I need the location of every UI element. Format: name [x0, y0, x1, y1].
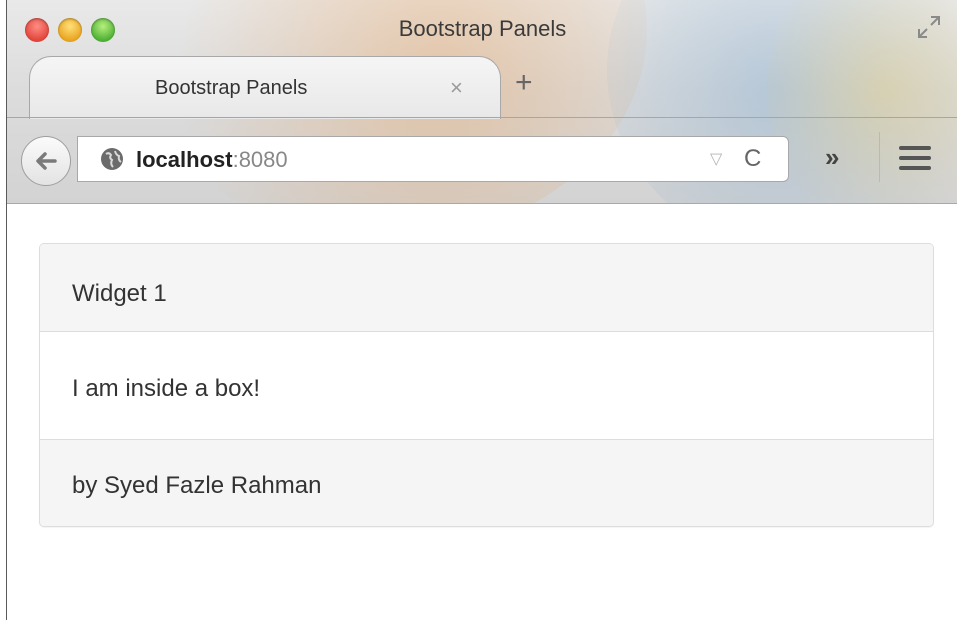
- browser-window: Bootstrap Panels Bootstrap Panels × + lo…: [6, 0, 957, 620]
- history-dropdown-icon[interactable]: ▽: [710, 149, 722, 169]
- tab-label: Bootstrap Panels: [155, 77, 308, 99]
- globe-icon: [101, 148, 123, 170]
- panel-heading: Widget 1: [40, 244, 933, 332]
- hamburger-menu-icon[interactable]: [899, 144, 931, 172]
- url-text[interactable]: localhost:8080: [136, 147, 288, 173]
- new-tab-button[interactable]: +: [515, 68, 533, 98]
- browser-chrome: Bootstrap Panels Bootstrap Panels × + lo…: [7, 0, 957, 204]
- panel-footer: by Syed Fazle Rahman: [40, 440, 933, 526]
- back-button[interactable]: [21, 136, 71, 186]
- overflow-chevron-icon[interactable]: »: [825, 142, 839, 173]
- url-port: :8080: [232, 147, 288, 172]
- toolbar-divider: [7, 117, 957, 118]
- tab-close-icon[interactable]: ×: [450, 75, 463, 101]
- tab-bootstrap-panels[interactable]: Bootstrap Panels ×: [29, 56, 501, 119]
- menu-bar-line: [899, 146, 931, 150]
- window-title: Bootstrap Panels: [398, 16, 567, 41]
- url-bar[interactable]: localhost:8080 ▽ C: [77, 136, 789, 182]
- url-host: localhost: [136, 147, 233, 172]
- menu-bar-line: [899, 166, 931, 170]
- toolbar-separator: [879, 132, 880, 182]
- bootstrap-panel: Widget 1 I am inside a box! by Syed Fazl…: [39, 243, 934, 527]
- back-arrow-icon: [36, 152, 57, 170]
- fullscreen-icon[interactable]: [916, 14, 942, 40]
- reload-icon[interactable]: C: [744, 145, 761, 173]
- panel-body: I am inside a box!: [40, 332, 933, 440]
- menu-bar-line: [899, 156, 931, 160]
